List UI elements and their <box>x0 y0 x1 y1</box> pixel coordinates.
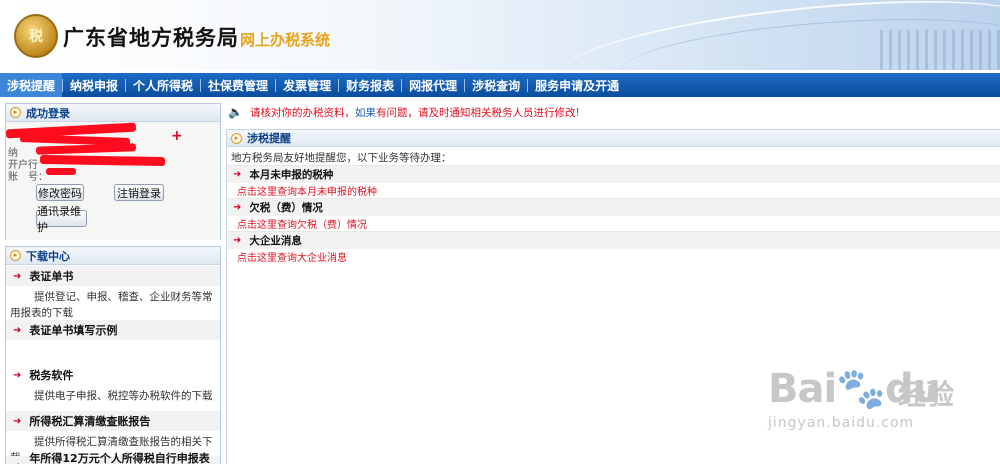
list-item: ➜ 税务软件 提供电子申报、税控等办税软件的下载 <box>6 365 220 411</box>
nav-item-invoice[interactable]: 发票管理 <box>276 73 338 97</box>
watermark-main: Bai <box>768 366 837 412</box>
download-item-link[interactable]: ➜ 表证单书填写示例 <box>6 320 220 340</box>
watermark-url: jingyan.baidu.com <box>768 415 915 431</box>
reminder-item-title: ➜ 大企业消息 <box>227 232 1000 249</box>
download-item-desc: 提供登记、申报、稽查、企业财务等常用报表的下载 <box>6 286 220 324</box>
redaction-mark <box>39 154 166 167</box>
arrow-right-icon: ➜ <box>233 169 242 180</box>
query-large-enterprise-link[interactable]: 点击这里查询大企业消息 <box>227 249 1000 264</box>
login-panel-title: 成功登录 <box>26 106 70 120</box>
download-item-link[interactable]: ➜ 年所得12万元个人所得税自行申报表格 <box>6 452 220 464</box>
account-label: 账 号： <box>8 172 48 183</box>
nav-item-online-agent[interactable]: 网报代理 <box>402 73 464 97</box>
download-center-panel: ▸ 下载中心 ➜ 表证单书 提供登记、申报、稽查、企业财务等常用报表的下载 ➜ 表证… <box>5 246 221 464</box>
app-title: 广东省地方税务局 <box>63 25 239 50</box>
nav-item-personal-income-tax[interactable]: 个人所得税 <box>126 73 200 97</box>
circle-arrow-icon: ▸ <box>231 132 242 144</box>
list-item: ➜ 大企业消息 点击这里查询大企业消息 <box>227 231 1000 264</box>
arrow-right-icon: ➜ <box>13 415 22 427</box>
paw-icon: 🐾 <box>836 366 886 412</box>
arrow-right-icon: ➜ <box>13 324 22 336</box>
download-item-title: 所得税汇算清缴查账报告 <box>29 415 151 428</box>
notice-bar: 🔈 请核对你的办税资料，如果有问题，请及时通知相关税务人员进行修改! <box>228 102 998 122</box>
change-password-button[interactable]: 修改密码 <box>36 184 84 201</box>
arrow-right-icon: ➜ <box>233 235 242 246</box>
redaction-mark <box>46 168 76 175</box>
watermark-sub: 经验 <box>898 378 955 411</box>
header-skyline <box>880 30 1000 70</box>
account-info: 纳 开户行 账 号： + 修改密码 注销登录 通讯录维护 <box>5 122 220 240</box>
reminder-item-title-text: 本月未申报的税种 <box>249 169 334 181</box>
list-item: ➜ 表证单书 提供登记、申报、稽查、企业财务等常用报表的下载 <box>6 266 220 324</box>
arrow-right-icon: ➜ <box>233 202 242 213</box>
app-subtitle: 网上办税系统 <box>240 31 331 49</box>
login-panel-header: ▸ 成功登录 <box>6 104 220 122</box>
list-item: ➜ 本月未申报的税种 点击这里查询本月未申报的税种 <box>227 165 1000 198</box>
nav-item-tax-declaration[interactable]: 纳税申报 <box>63 73 125 97</box>
arrow-right-icon: ➜ <box>13 369 22 381</box>
arrow-right-icon: ➜ <box>13 461 21 464</box>
plus-icon: + <box>171 128 183 144</box>
logout-button[interactable]: 注销登录 <box>114 184 164 201</box>
circle-arrow-icon: ▸ <box>10 250 21 261</box>
emblem-text: 税 <box>29 29 43 45</box>
query-tax-arrears-link[interactable]: 点击这里查询欠税（费）情况 <box>227 216 1000 231</box>
notice-text: 请核对你的办税资料，如果有问题，请及时通知相关税务人员进行修改! <box>250 105 580 120</box>
tax-reminder-title: 涉税提醒 <box>247 132 291 145</box>
reminder-item-title-text: 大企业消息 <box>249 235 302 247</box>
app-header: 税 广东省地方税务局 网上办税系统 <box>0 0 1000 70</box>
tax-bureau-emblem-icon: 税 <box>14 14 58 58</box>
speaker-icon: 🔈 <box>228 105 243 119</box>
list-item: ➜ 表证单书填写示例 <box>6 320 220 365</box>
circle-arrow-icon: ▸ <box>10 107 21 118</box>
tax-reminder-intro: 地方税务局友好地提醒您，以下业务等待办理： <box>231 152 452 164</box>
list-item: ➜所得税汇算清缴查账报告 提供所得税汇算清缴查账报告的相关下载 <box>6 411 220 464</box>
download-item-desc: 提供电子申报、税控等办税软件的下载 <box>6 385 220 411</box>
baidu-watermark: Bai🐾du 经验 jingyan.baidu.com <box>768 365 968 445</box>
reminder-item-title-text: 欠税（费）情况 <box>249 202 323 214</box>
download-item-title: 表证单书 <box>29 270 74 283</box>
query-unfiled-tax-link[interactable]: 点击这里查询本月未申报的税种 <box>227 183 1000 198</box>
main-nav: 涉税提醒 纳税申报 个人所得税 社保费管理 发票管理 财务报表 网报代理 涉税查… <box>0 73 1000 97</box>
tax-reminder-header: ▸ 涉税提醒 <box>227 129 1000 147</box>
download-item-desc <box>6 340 220 365</box>
notice-text-part2: 如果 <box>355 106 376 119</box>
download-item-title: 表证单书填写示例 <box>29 324 118 337</box>
nav-item-tax-reminder[interactable]: 涉税提醒 <box>0 73 63 97</box>
nav-item-service-application[interactable]: 服务申请及开通 <box>528 73 626 97</box>
notice-text-part1: 请核对你的办税资料， <box>250 106 355 119</box>
list-item: ➜ 年所得12万元个人所得税自行申报表格 <box>6 452 220 464</box>
redaction-mark <box>35 143 137 155</box>
contacts-maintenance-button[interactable]: 通讯录维护 <box>36 205 87 234</box>
reminder-item-title: ➜ 欠税（费）情况 <box>227 199 1000 216</box>
download-item-link[interactable]: ➜ 表证单书 <box>6 266 220 286</box>
reminder-item-title: ➜ 本月未申报的税种 <box>227 166 1000 183</box>
download-item-title: 年所得12万元个人所得税自行申报表格 <box>29 452 210 464</box>
download-item-link[interactable]: ➜ 所得税汇算清缴查账报告 <box>6 411 220 431</box>
download-panel-header: ▸ 下载中心 <box>6 247 220 265</box>
download-panel-title: 下载中心 <box>26 249 70 263</box>
nav-item-tax-query[interactable]: 涉税查询 <box>465 73 527 97</box>
arrow-right-icon: ➜ <box>13 270 22 282</box>
login-panel: ▸ 成功登录 纳 开户行 账 号： + 修改密码 注销登录 通讯录维护 <box>5 103 221 240</box>
nav-item-social-security[interactable]: 社保费管理 <box>201 73 275 97</box>
download-item-link[interactable]: ➜ 税务软件 <box>6 365 220 385</box>
nav-item-financial-reports[interactable]: 财务报表 <box>339 73 401 97</box>
list-item: ➜ 欠税（费）情况 点击这里查询欠税（费）情况 <box>227 198 1000 231</box>
notice-text-part3: 有问题，请及时通知相关税务人员进行修改! <box>376 106 580 119</box>
download-item-title: 税务软件 <box>29 369 74 382</box>
